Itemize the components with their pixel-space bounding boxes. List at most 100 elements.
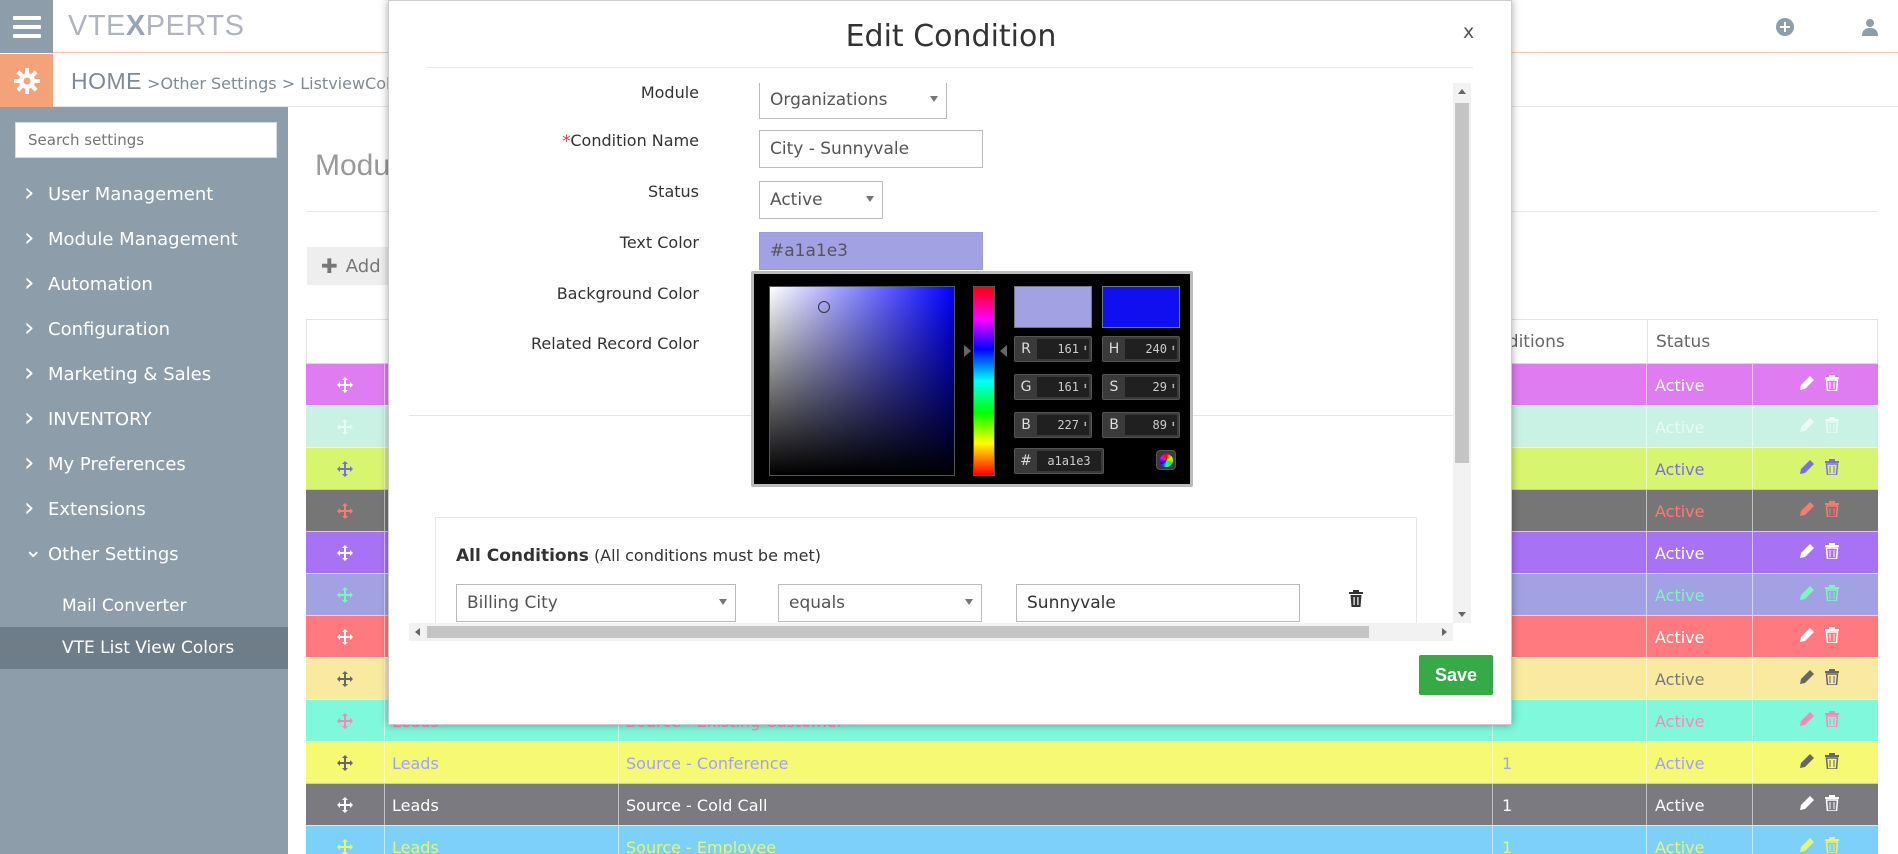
drag-handle-icon[interactable] [306,784,384,826]
edit-pencil-icon[interactable] [1799,585,1815,605]
edit-pencil-icon[interactable] [1799,543,1815,563]
delete-trash-icon[interactable] [1825,837,1839,854]
edit-pencil-icon[interactable] [1799,459,1815,479]
drag-handle-icon[interactable] [306,658,384,700]
row-actions [1760,490,1878,532]
color-wheel-icon[interactable] [1156,450,1176,470]
blue-field[interactable]: B 227 [1014,412,1092,438]
delete-trash-icon[interactable] [1825,669,1839,689]
drag-handle-icon[interactable] [306,490,384,532]
condition-name-input[interactable]: City - Sunnyvale [759,130,983,168]
edit-pencil-icon[interactable] [1799,837,1815,854]
sidebar-item-module-management[interactable]: › Module Management [0,217,288,262]
drag-handle-icon[interactable] [306,826,384,854]
red-field[interactable]: R 161 [1014,336,1092,362]
table-row[interactable]: Leads Source - Cold Call 1 Active [306,783,1878,826]
row-condition-name[interactable]: Source - Conference [626,742,788,784]
sidebar-item-marketing-sales[interactable]: › Marketing & Sales [0,352,288,397]
delete-trash-icon[interactable] [1825,753,1839,773]
delete-condition-trash-icon[interactable] [1348,590,1364,612]
edit-pencil-icon[interactable] [1799,795,1815,815]
hue-slider[interactable] [973,286,995,476]
delete-trash-icon[interactable] [1825,627,1839,647]
sidebar-subitem-mail-converter[interactable]: Mail Converter [0,585,288,627]
edit-pencil-icon[interactable] [1799,375,1815,395]
hamburger-menu-icon[interactable] [0,0,53,53]
sidebar-item-configuration[interactable]: › Configuration [0,307,288,352]
delete-trash-icon[interactable] [1825,711,1839,731]
delete-trash-icon[interactable] [1825,459,1839,479]
brightness-field[interactable]: B 89 [1102,412,1180,438]
delete-trash-icon[interactable] [1825,543,1839,563]
hue-marker-right-icon [1000,345,1007,357]
row-condition-name[interactable]: Source - Employee [626,826,776,854]
row-condition-name[interactable]: Source - Cold Call [626,784,767,826]
sidebar-item-extensions[interactable]: › Extensions [0,487,288,532]
all-conditions-panel: All Conditions (All conditions must be m… [435,517,1417,623]
text-color-input[interactable]: #a1a1e3 [759,232,983,270]
search-settings-input[interactable] [15,122,277,158]
row-actions [1760,448,1878,490]
edit-pencil-icon[interactable] [1799,753,1815,773]
chevron-down-icon [866,196,874,202]
module-select[interactable]: Organizations [759,83,947,119]
current-color-preview[interactable] [1102,286,1180,328]
breadcrumb-home[interactable]: HOME [71,68,142,94]
sidebar-item-automation[interactable]: › Automation [0,262,288,307]
sidebar-item-user-management[interactable]: › User Management [0,172,288,217]
drag-handle-icon[interactable] [306,406,384,448]
drag-handle-icon[interactable] [306,700,384,742]
saturation-brightness-area[interactable] [769,286,955,476]
edit-pencil-icon[interactable] [1799,417,1815,437]
table-row[interactable]: Leads Source - Conference 1 Active [306,741,1878,784]
delete-trash-icon[interactable] [1825,795,1839,815]
chevron-right-icon: › [24,222,35,253]
color-cursor-handle[interactable] [818,301,830,313]
table-row[interactable]: Leads Source - Employee 1 Active [306,825,1878,854]
delete-trash-icon[interactable] [1825,501,1839,521]
modal-horizontal-scrollbar[interactable] [409,623,1453,641]
sidebar-item-other-settings[interactable]: ⌄ Other Settings [0,532,288,577]
drag-handle-icon[interactable] [306,532,384,574]
row-status: Active [1655,669,1705,689]
hue-field[interactable]: H 240 [1102,336,1180,362]
sidebar-item-inventory[interactable]: › INVENTORY [0,397,288,442]
saturation-field[interactable]: S 29 [1102,374,1180,400]
edit-pencil-icon[interactable] [1799,669,1815,689]
edit-pencil-icon[interactable] [1799,501,1815,521]
chevron-down-icon [930,96,938,102]
row-status: Active [1655,795,1705,815]
edit-pencil-icon[interactable] [1799,627,1815,647]
sidebar-subitem-vte-list-view-colors[interactable]: VTE List View Colors [0,627,288,669]
hex-field[interactable]: # a1a1e3 [1014,448,1104,474]
drag-handle-icon[interactable] [306,574,384,616]
breadcrumb: HOME >Other Settings > ListviewColors [71,68,416,94]
drag-handle-icon[interactable] [306,742,384,784]
condition-operator-select[interactable]: equals [778,584,982,622]
chevron-right-icon: › [24,447,35,478]
vtexperts-logo[interactable]: VTEXPERTS [68,10,244,43]
delete-trash-icon[interactable] [1825,585,1839,605]
condition-value-input[interactable]: Sunnyvale [1016,584,1300,622]
condition-field-select[interactable]: Billing City [456,584,736,622]
green-field[interactable]: G 161 [1014,374,1092,400]
row-condition-count: 1 [1502,837,1513,854]
drag-handle-icon[interactable] [306,364,384,406]
breadcrumb-other-settings[interactable]: Other Settings [161,74,277,93]
drag-handle-icon[interactable] [306,448,384,490]
user-icon[interactable] [1861,18,1879,36]
save-button[interactable]: Save [1419,655,1493,695]
status-select[interactable]: Active [759,181,883,219]
quick-create-icon[interactable]: + [1776,18,1794,36]
row-status: Active [1655,627,1705,647]
delete-trash-icon[interactable] [1825,375,1839,395]
drag-handle-icon[interactable] [306,616,384,658]
delete-trash-icon[interactable] [1825,417,1839,437]
modal-vertical-scrollbar[interactable] [1453,83,1471,623]
sidebar-item-my-preferences[interactable]: › My Preferences [0,442,288,487]
row-status: Active [1655,375,1705,395]
row-condition-count: 1 [1502,795,1513,815]
edit-pencil-icon[interactable] [1799,711,1815,731]
settings-gear-icon[interactable] [0,54,53,107]
close-icon[interactable]: x [1463,21,1474,43]
